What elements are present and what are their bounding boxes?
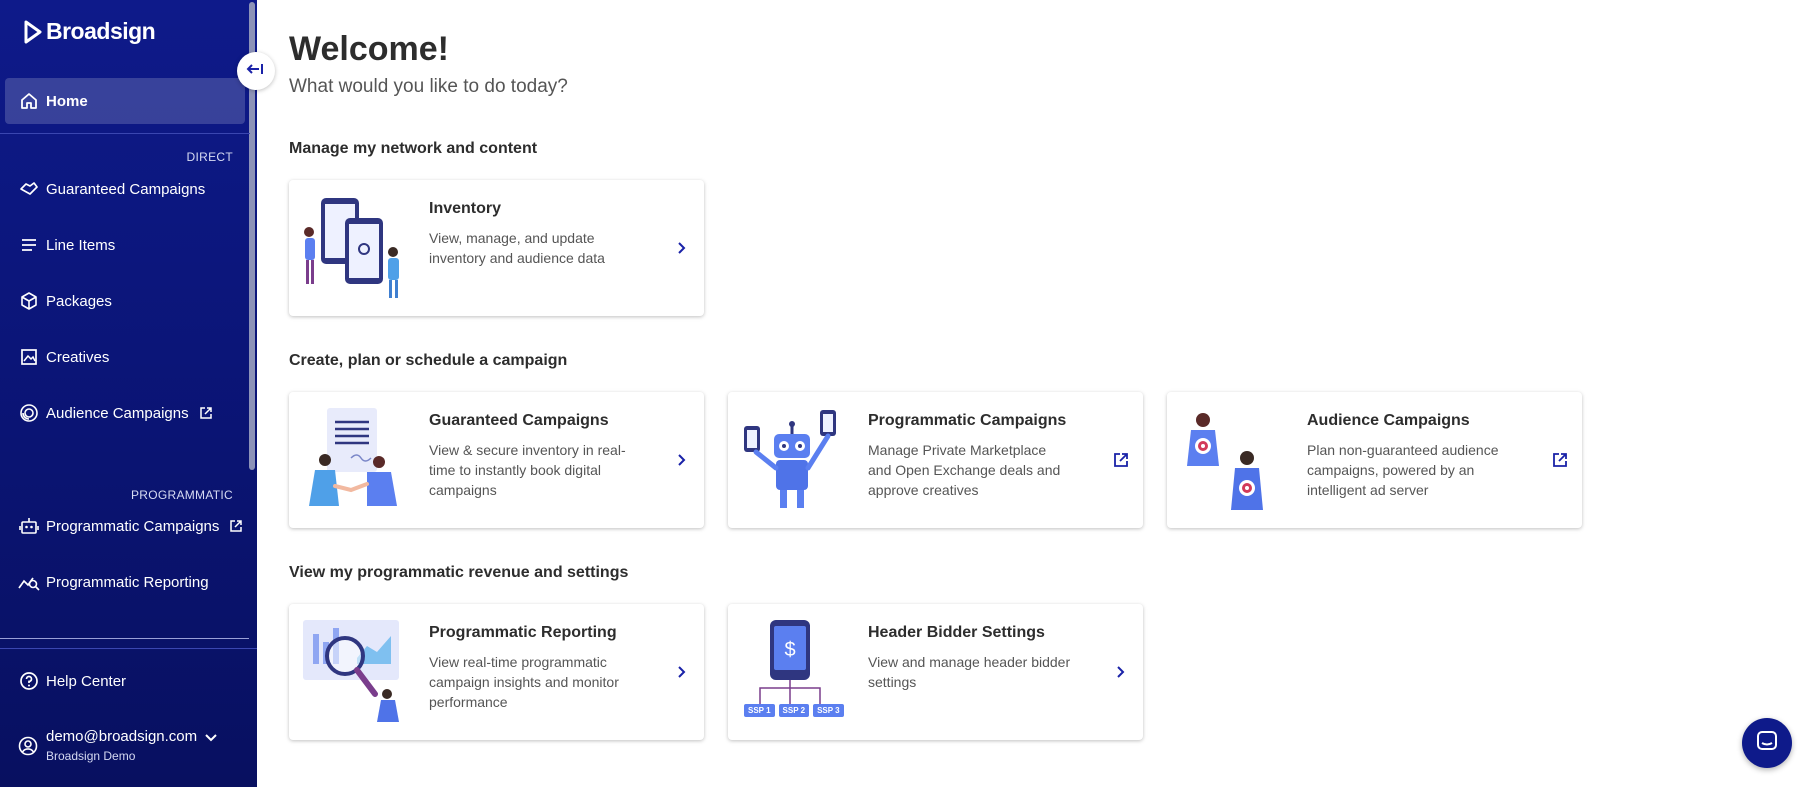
external-link-icon: [199, 406, 213, 420]
card-guaranteed-campaigns[interactable]: Guaranteed Campaigns View & secure inven…: [289, 392, 704, 528]
sidebar-item-label: Line Items: [46, 236, 116, 254]
card-title: Programmatic Reporting: [429, 624, 617, 641]
handshake-icon: [18, 178, 40, 200]
sidebar-divider: [0, 638, 249, 639]
ssp-badges: SSP 1 SSP 2 SSP 3: [744, 704, 844, 717]
collapse-arrow-icon: [246, 62, 266, 81]
chat-launcher-button[interactable]: [1742, 718, 1792, 768]
image-icon: [18, 346, 40, 368]
chevron-right-icon: [1111, 662, 1131, 682]
audience-illustration: [1187, 413, 1263, 510]
home-icon: [18, 90, 40, 112]
section-label-direct: DIRECT: [186, 150, 233, 164]
chevron-right-icon: [672, 238, 692, 258]
inventory-illustration: [304, 198, 399, 298]
svg-text:$: $: [784, 639, 795, 661]
help-circle-icon: [18, 670, 40, 692]
brand-name: Broadsign: [46, 18, 156, 44]
card-inventory[interactable]: Inventory View, manage, and update inven…: [289, 180, 704, 316]
sidebar-item-label: Programmatic Reporting: [46, 573, 209, 591]
external-link-icon: [229, 519, 243, 533]
chat-icon: [1755, 729, 1779, 758]
card-audience-campaigns[interactable]: Audience Campaigns Plan non-guaranteed a…: [1167, 392, 1582, 528]
ssp-badge: SSP 2: [778, 704, 810, 717]
section-heading-revenue: View my programmatic revenue and setting…: [289, 564, 629, 581]
card-title: Inventory: [429, 200, 502, 217]
audience-target-icon: [18, 402, 40, 424]
broadsign-logo[interactable]: Broadsign: [24, 18, 156, 45]
chevron-right-icon: [672, 662, 692, 682]
sidebar-item-guaranteed-campaigns[interactable]: Guaranteed Campaigns: [5, 166, 245, 212]
card-description: View and manage header bidder settings: [868, 654, 1071, 690]
card-header-bidder-settings[interactable]: $ SSP 1 SSP 2 SSP 3 Header Bidder Settin…: [728, 604, 1143, 740]
chevron-down-icon[interactable]: [204, 730, 218, 748]
page-subtitle: What would you like to do today?: [289, 76, 568, 97]
sidebar-item-creatives[interactable]: Creatives: [5, 334, 245, 380]
user-organization: Broadsign Demo: [46, 749, 136, 763]
guaranteed-campaigns-illustration: [309, 408, 397, 506]
external-link-icon: [1550, 450, 1570, 470]
sidebar-item-label: Help Center: [46, 672, 127, 690]
chevron-right-icon: [672, 450, 692, 470]
sidebar-item-label: Programmatic Campaigns: [46, 517, 220, 535]
sidebar-divider: [0, 648, 257, 649]
card-title: Audience Campaigns: [1307, 412, 1470, 429]
robot-icon: [18, 515, 40, 537]
external-link-icon: [1111, 450, 1131, 470]
sidebar-item-line-items[interactable]: Line Items: [5, 222, 245, 268]
chart-magnifier-icon: [18, 571, 40, 593]
card-programmatic-campaigns[interactable]: Programmatic Campaigns Manage Private Ma…: [728, 392, 1143, 528]
play-logo-icon: [24, 20, 42, 43]
sidebar-item-audience-campaigns[interactable]: Audience Campaigns: [5, 390, 245, 436]
reporting-illustration: [303, 620, 399, 722]
user-avatar-icon: [18, 736, 38, 763]
card-description: Plan non-guaranteed audience campaigns, …: [1307, 442, 1499, 498]
card-description: View real-time programmatic campaign ins…: [429, 654, 619, 710]
sidebar-item-label: Audience Campaigns: [46, 404, 189, 422]
card-description: View, manage, and update inventory and a…: [429, 230, 605, 266]
collapse-sidebar-button[interactable]: [237, 52, 275, 90]
sidebar-item-label: Packages: [46, 292, 112, 310]
sidebar-item-label: Guaranteed Campaigns: [46, 180, 206, 198]
sidebar: Broadsign Home DIRECT Guaranteed Campaig…: [0, 0, 257, 787]
robot-illustration: [744, 410, 836, 508]
user-menu[interactable]: demo@broadsign.com Broadsign Demo: [18, 728, 217, 763]
package-icon: [18, 290, 40, 312]
list-icon: [18, 234, 40, 256]
sidebar-item-programmatic-campaigns[interactable]: Programmatic Campaigns: [5, 503, 245, 549]
section-heading-campaigns: Create, plan or schedule a campaign: [289, 352, 568, 369]
sidebar-divider: [0, 133, 250, 134]
section-label-programmatic: PROGRAMMATIC: [130, 488, 233, 502]
page-title: Welcome!: [289, 30, 449, 68]
card-description: Manage Private Marketplace and Open Exch…: [868, 442, 1061, 498]
sidebar-item-home[interactable]: Home: [5, 78, 245, 124]
section-heading-network: Manage my network and content: [289, 140, 538, 157]
card-title: Programmatic Campaigns: [868, 412, 1067, 429]
sidebar-item-label: Creatives: [46, 348, 110, 366]
ssp-badge: SSP 1: [744, 704, 775, 717]
sidebar-item-programmatic-reporting[interactable]: Programmatic Reporting: [5, 559, 245, 605]
ssp-badge: SSP 3: [813, 704, 844, 717]
card-programmatic-reporting[interactable]: Programmatic Reporting View real-time pr…: [289, 604, 704, 740]
user-email: demo@broadsign.com: [46, 728, 198, 745]
sidebar-item-packages[interactable]: Packages: [5, 278, 245, 324]
sidebar-item-help-center[interactable]: Help Center: [5, 658, 245, 704]
sidebar-item-label: Home: [46, 92, 88, 110]
card-title: Header Bidder Settings: [868, 624, 1045, 641]
card-description: View & secure inventory in real-time to …: [429, 442, 626, 498]
card-title: Guaranteed Campaigns: [429, 412, 609, 429]
